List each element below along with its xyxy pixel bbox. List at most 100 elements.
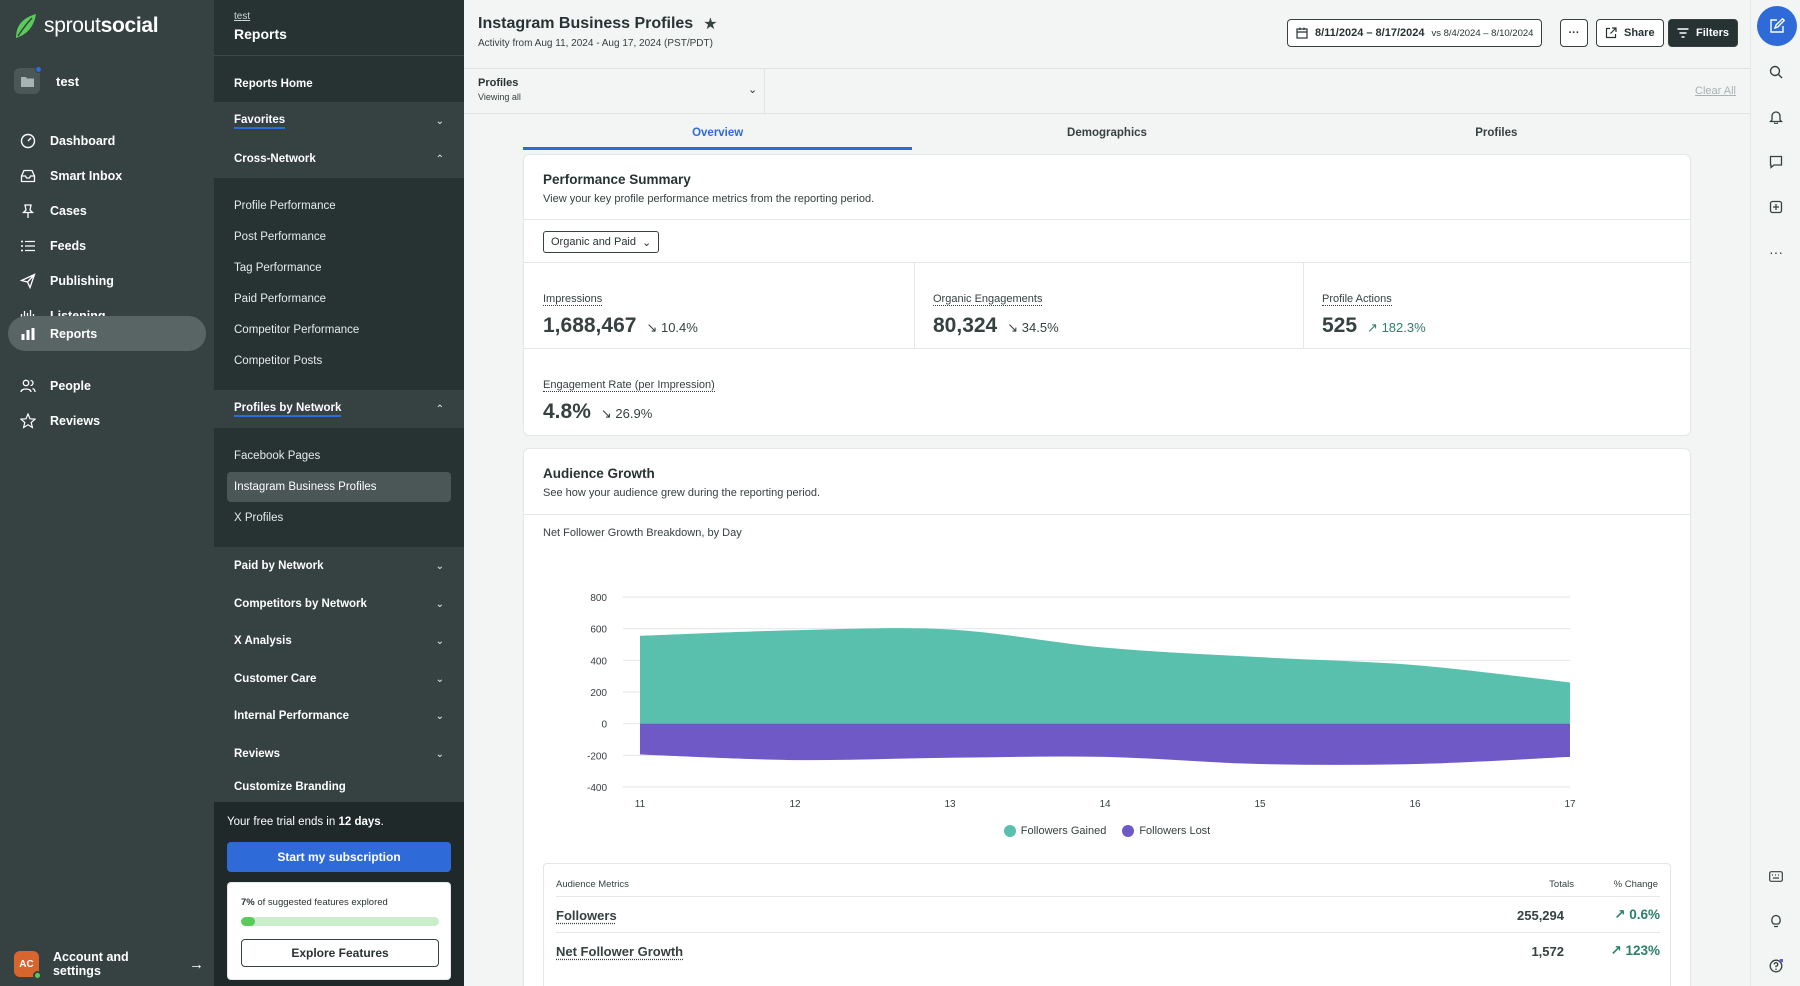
favorites-section[interactable]: Favorites ⌄ — [214, 102, 464, 140]
bar-chart-icon — [21, 327, 35, 340]
date-range-picker[interactable]: 8/11/2024 – 8/17/2024 vs 8/4/2024 – 8/10… — [1287, 19, 1543, 47]
breadcrumb[interactable]: test — [234, 11, 444, 22]
paid-by-network-section[interactable]: Paid by Network ⌄ — [214, 547, 464, 585]
report-link-competitor-performance[interactable]: Competitor Performance — [234, 324, 359, 336]
online-status-dot — [32, 971, 42, 980]
legend-item-followers-gained[interactable]: Followers Gained — [1003, 825, 1106, 837]
cross-network-section[interactable]: Cross-Network ⌃ — [214, 140, 464, 178]
profiles-by-network-section[interactable]: Profiles by Network ⌃ — [214, 390, 464, 428]
feedback-icon[interactable] — [1767, 153, 1785, 171]
legend-swatch — [1122, 825, 1135, 837]
star-icon — [20, 413, 36, 429]
page-title: Instagram Business Profiles — [478, 15, 694, 32]
explore-features-button[interactable]: Explore Features — [241, 939, 439, 967]
table-row: Followers 255,294 ↗ 0.6% — [556, 896, 1660, 932]
tab-profiles[interactable]: Profiles — [1302, 114, 1691, 150]
report-link-x-profiles[interactable]: X Profiles — [234, 512, 283, 524]
performance-summary-card: Performance Summary View your key profil… — [523, 154, 1691, 436]
chevron-down-icon: ⌄ — [642, 236, 652, 249]
reports-panel: test Reports Reports Home Favorites ⌄ Cro… — [214, 0, 464, 986]
chevron-down-icon: ⌄ — [435, 598, 444, 610]
nav-item-smart-inbox[interactable]: Smart Inbox — [8, 157, 206, 195]
legend-item-followers-lost[interactable]: Followers Lost — [1122, 825, 1210, 837]
compose-button[interactable] — [1757, 6, 1797, 46]
report-link-post-performance[interactable]: Post Performance — [234, 231, 326, 243]
tab-overview[interactable]: Overview — [523, 114, 913, 150]
chevron-down-icon[interactable]: ⌄ — [748, 83, 757, 96]
lightbulb-icon[interactable] — [1767, 912, 1785, 930]
nav-item-dashboard[interactable]: Dashboard — [8, 122, 206, 160]
filters-button[interactable]: Filters — [1668, 19, 1739, 47]
search-icon[interactable] — [1767, 63, 1785, 81]
trend-down-icon: ↘ — [1007, 320, 1019, 335]
nav-item-people[interactable]: People — [8, 367, 206, 405]
metric-organic-engagements: Organic Engagements 80,324 ↘ 34.5% — [933, 293, 1059, 337]
series-area-followers-gained — [640, 628, 1570, 724]
customer-care-section[interactable]: Customer Care ⌄ — [214, 660, 464, 698]
chevron-up-icon: ⌃ — [435, 153, 444, 165]
list-icon — [21, 240, 35, 252]
add-task-icon[interactable] — [1767, 198, 1785, 216]
metric-engagement-rate: Engagement Rate (per Impression) 4.8% ↘ 2… — [543, 379, 715, 423]
card-title: Performance Summary — [543, 172, 691, 187]
report-link-paid-performance[interactable]: Paid Performance — [234, 293, 326, 305]
more-options-button[interactable]: ··· — [1560, 19, 1588, 47]
x-tick-label: 13 — [944, 799, 956, 807]
table-row: Net Follower Growth 1,572 ↗ 123% — [556, 932, 1660, 968]
metric-profile-actions: Profile Actions 525 ↗ 182.3% — [1322, 293, 1426, 337]
chevron-down-icon: ⌄ — [435, 748, 444, 760]
report-link-profile-performance[interactable]: Profile Performance — [234, 200, 336, 212]
y-tick-label: 600 — [590, 625, 607, 636]
tab-demographics[interactable]: Demographics — [912, 114, 1301, 150]
help-icon[interactable] — [1767, 957, 1785, 975]
account-and-settings[interactable]: AC Account and settings → — [14, 950, 204, 980]
filter-icon — [1677, 28, 1689, 38]
chevron-down-icon: ⌄ — [435, 635, 444, 647]
report-link-facebook-pages[interactable]: Facebook Pages — [234, 450, 320, 462]
card-subtitle: View your key profile performance metric… — [543, 193, 875, 205]
trend-up-icon: ↗ — [1367, 320, 1378, 335]
start-subscription-button[interactable]: Start my subscription — [227, 842, 451, 872]
share-button[interactable]: Share — [1596, 19, 1664, 47]
organic-paid-select[interactable]: Organic and Paid ⌄ — [543, 231, 660, 253]
reports-home-link[interactable]: Reports Home — [214, 65, 464, 103]
y-tick-label: 200 — [590, 688, 607, 699]
chevron-down-icon: ⌄ — [435, 673, 444, 685]
net-follower-growth-chart: 8006004002000-200-40011121314151617AUG — [587, 593, 1576, 807]
nav-item-publishing[interactable]: Publishing — [8, 262, 206, 300]
legend-swatch — [1003, 825, 1016, 837]
x-analysis-section[interactable]: X Analysis ⌄ — [214, 622, 464, 660]
group-switcher[interactable]: test — [14, 66, 80, 94]
arrow-right-icon: → — [189, 955, 204, 973]
dashboard-icon — [20, 133, 36, 149]
group-name: test — [56, 73, 80, 89]
notification-dot — [35, 66, 42, 73]
bell-icon[interactable] — [1767, 108, 1785, 126]
y-tick-label: 400 — [590, 656, 607, 667]
chart-title: Net Follower Growth Breakdown, by Day — [543, 527, 742, 539]
x-tick-label: 16 — [1409, 799, 1421, 807]
nav-item-reviews[interactable]: Reviews — [8, 402, 206, 440]
nav-item-reports[interactable]: Reports — [8, 316, 206, 351]
sproutsocial-logo[interactable]: sproutsocial — [14, 12, 159, 40]
internal-performance-section[interactable]: Internal Performance ⌄ — [214, 697, 464, 735]
customize-branding-link[interactable]: Customize Branding — [214, 772, 464, 802]
reviews-section[interactable]: Reviews ⌄ — [214, 735, 464, 773]
nav-item-cases[interactable]: Cases — [8, 192, 206, 230]
report-link-competitor-posts[interactable]: Competitor Posts — [234, 355, 322, 367]
series-area-followers-lost — [640, 723, 1570, 765]
report-link-tag-performance[interactable]: Tag Performance — [234, 262, 322, 274]
chart-legend: Followers Gained Followers Lost — [524, 825, 1690, 837]
folder-icon — [14, 66, 42, 94]
more-icon[interactable]: ··· — [1767, 243, 1785, 261]
nav-item-feeds[interactable]: Feeds — [8, 227, 206, 265]
clear-all-link[interactable]: Clear All — [1695, 85, 1736, 97]
profiles-filter[interactable]: Profiles Viewing all — [478, 77, 521, 102]
keyboard-icon[interactable] — [1767, 867, 1785, 885]
share-icon — [1605, 27, 1617, 39]
trial-banner: Your free trial ends in 12 days. Start m… — [214, 802, 464, 986]
y-tick-label: -400 — [587, 783, 607, 794]
report-link-instagram-business-profiles[interactable]: Instagram Business Profiles — [227, 472, 451, 502]
competitors-by-network-section[interactable]: Competitors by Network ⌄ — [214, 585, 464, 623]
favorite-star-icon[interactable]: ★ — [703, 14, 717, 34]
